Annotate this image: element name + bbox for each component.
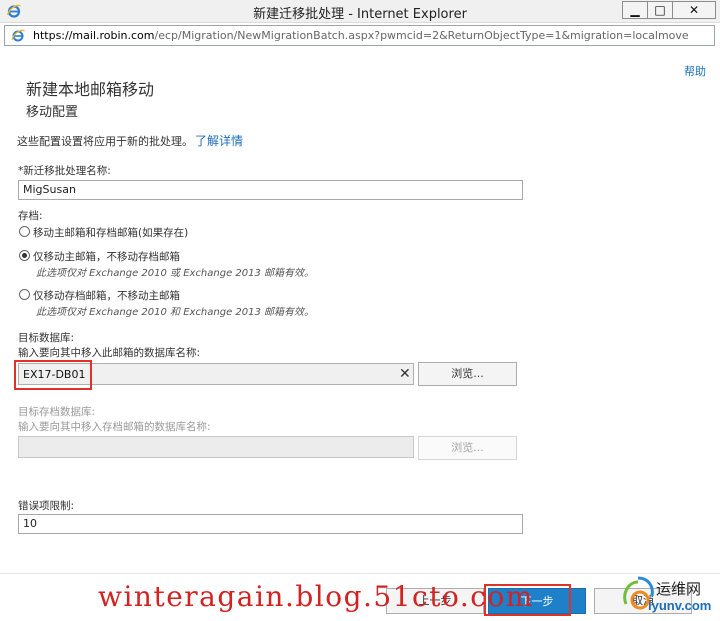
intro-text: 这些配置设置将应用于新的批处理。 了解详情 (17, 132, 243, 149)
window-title: 新建迁移批处理 - Internet Explorer (253, 7, 467, 22)
target-archive-database-hint: 输入要向其中移入存档邮箱的数据库名称: (18, 421, 211, 433)
error-limit-label: 错误项限制: (18, 500, 75, 512)
archive-label: 存档: (18, 210, 43, 222)
page-subtitle: 移动配置 (26, 105, 79, 120)
radio-button[interactable] (19, 226, 30, 237)
radio-note: 此选项仅对 Exchange 2010 和 Exchange 2013 邮箱有效… (36, 307, 315, 318)
title-bar: 新建迁移批处理 - Internet Explorer ▁ □ ✕ (0, 0, 720, 23)
radio-label: 仅移动主邮箱，不移动存档邮箱 (33, 251, 180, 263)
radio-note: 此选项仅对 Exchange 2010 或 Exchange 2013 邮箱有效… (36, 268, 315, 279)
radio-button[interactable] (19, 289, 30, 300)
radio-button-selected[interactable] (19, 250, 30, 261)
annotation-highlight-box (14, 360, 92, 390)
intro-description: 这些配置设置将应用于新的批处理。 (17, 135, 193, 148)
internet-explorer-icon (11, 29, 27, 46)
page-title: 新建本地邮箱移动 (26, 80, 155, 99)
minimize-button[interactable]: ▁ (622, 1, 648, 19)
radio-move-primary-and-archive[interactable]: 移动主邮箱和存档邮箱(如果存在) (19, 225, 188, 240)
browse-archive-button: 浏览... (418, 436, 517, 460)
radio-move-archive-only[interactable]: 仅移动存档邮箱，不移动主邮箱 (19, 288, 180, 303)
target-database-hint: 输入要向其中移入此邮箱的数据库名称: (18, 347, 201, 359)
target-database-label: 目标数据库: (18, 332, 75, 344)
error-limit-input[interactable]: 10 (18, 514, 523, 534)
batch-name-input[interactable]: MigSusan (18, 180, 523, 200)
maximize-button[interactable]: □ (647, 1, 673, 19)
radio-label: 仅移动存档邮箱，不移动主邮箱 (33, 290, 180, 302)
address-bar[interactable]: https://mail.robin.com/ecp/Migration/New… (4, 25, 715, 46)
browse-button[interactable]: 浏览... (418, 362, 517, 386)
url-host: https://mail.robin.com (33, 29, 155, 42)
radio-move-primary-only[interactable]: 仅移动主邮箱，不移动存档邮箱 (19, 249, 180, 264)
url-text: https://mail.robin.com/ecp/Migration/New… (33, 29, 689, 42)
target-archive-database-input (18, 436, 414, 458)
learn-more-link[interactable]: 了解详情 (195, 134, 243, 148)
watermark-text: winteragain.blog.51cto.com (98, 580, 534, 613)
close-window-button[interactable]: ✕ (672, 1, 716, 19)
clear-icon[interactable]: ✕ (399, 366, 411, 382)
brand-url: iyunv.com (648, 598, 712, 613)
url-path: /ecp/Migration/NewMigrationBatch.aspx?pw… (154, 29, 689, 42)
target-archive-database-label: 目标存档数据库: (18, 406, 96, 418)
batch-name-label: *新迁移批处理名称: (18, 165, 111, 177)
footer-divider (0, 573, 720, 574)
brand-name: 运维网 (656, 581, 702, 598)
help-link[interactable]: 帮助 (684, 63, 706, 79)
radio-label: 移动主邮箱和存档邮箱(如果存在) (33, 227, 189, 239)
